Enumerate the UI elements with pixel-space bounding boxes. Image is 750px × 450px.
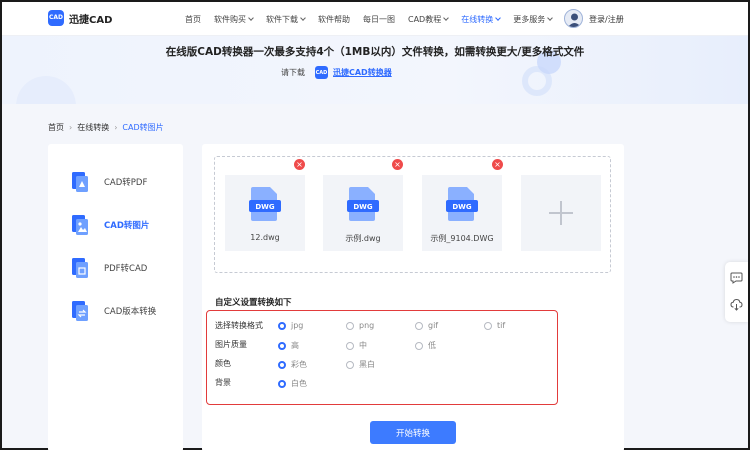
file-badge: DWG [452, 203, 472, 211]
radio-checked-icon [278, 379, 286, 388]
chat-icon[interactable] [730, 271, 743, 284]
breadcrumb-home[interactable]: 首页 [48, 122, 64, 133]
radio-unchecked-icon [415, 341, 423, 350]
remove-file-icon[interactable]: × [294, 159, 305, 170]
format-option-gif[interactable]: gif [415, 321, 438, 330]
breadcrumb-current: CAD转图片 [122, 123, 164, 132]
file-badge: DWG [255, 203, 275, 211]
radio-checked-icon [278, 341, 286, 350]
remove-file-icon[interactable]: × [392, 159, 403, 170]
sidebar-item-label: PDF转CAD [104, 264, 148, 274]
quality-option-medium[interactable]: 中 [346, 340, 367, 351]
promo-banner: 在线版CAD转换器一次最多支持4个（1MB以内）文件转换，如需转换更大/更多格式… [2, 36, 748, 104]
breadcrumb-online-convert[interactable]: 在线转换 [77, 122, 109, 133]
file-name: 12.dwg [250, 233, 280, 242]
sidebar-item-label: CAD转图片 [104, 221, 150, 231]
breadcrumb: 首页 › 在线转换 › CAD转图片 [48, 122, 164, 133]
dwg-file-icon: DWG [249, 187, 281, 221]
cad-version-icon [72, 301, 88, 321]
breadcrumb-separator-icon: › [69, 123, 73, 132]
background-option-white[interactable]: 白色 [278, 378, 307, 389]
sidebar-item-cad-version-convert[interactable]: CAD版本转换 [48, 293, 183, 329]
format-label: 选择转换格式 [215, 320, 263, 330]
radio-checked-icon [278, 321, 286, 330]
color-label: 颜色 [215, 358, 231, 368]
avatar[interactable] [564, 9, 583, 28]
nav-help[interactable]: 软件帮助 [318, 2, 350, 36]
nav-more-services[interactable]: 更多服务 [513, 2, 554, 36]
logo-badge: CAD [48, 10, 64, 26]
radio-unchecked-icon [415, 321, 423, 330]
chevron-down-icon [443, 15, 450, 21]
pdf-to-cad-icon [72, 258, 88, 278]
banner-decoration [16, 76, 76, 104]
cloud-download-icon[interactable] [730, 298, 743, 311]
download-prefix: 请下载 [281, 68, 305, 77]
chevron-down-icon [248, 15, 254, 21]
dwg-file-icon: DWG [446, 187, 478, 221]
color-option-color[interactable]: 彩色 [278, 359, 307, 370]
user-avatar-icon [568, 13, 581, 27]
dwg-file-icon: DWG [347, 187, 379, 221]
file-card[interactable]: DWG 示例.dwg [323, 175, 403, 251]
nav-home[interactable]: 首页 [185, 2, 201, 36]
site-logo[interactable]: CAD 迅捷CAD [48, 10, 112, 26]
radio-unchecked-icon [346, 360, 354, 369]
start-convert-button[interactable]: 开始转换 [370, 421, 456, 444]
color-option-bw[interactable]: 黑白 [346, 359, 375, 370]
file-dropzone[interactable]: DWG 12.dwg × DWG 示例.dwg × DWG 示例_9104.DW… [214, 156, 611, 273]
conversion-panel: DWG 12.dwg × DWG 示例.dwg × DWG 示例_9104.DW… [202, 144, 624, 450]
quality-label: 图片质量 [215, 339, 247, 349]
conversion-sidebar: CAD转PDF CAD转图片 PDF转CAD CAD版本转换 [48, 144, 183, 450]
background-label: 背景 [215, 377, 231, 387]
banner-download-line: 请下载 CAD 迅捷CAD转换器 [281, 66, 392, 79]
sidebar-item-cad-to-pdf[interactable]: CAD转PDF [48, 164, 183, 200]
conversion-settings: 选择转换格式 jpg png gif tif 图片质量 高 中 低 颜色 彩色 … [206, 310, 558, 405]
radio-checked-icon [278, 360, 286, 369]
radio-unchecked-icon [346, 341, 354, 350]
format-option-tif[interactable]: tif [484, 321, 505, 330]
format-option-jpg[interactable]: jpg [278, 321, 303, 330]
download-converter-link[interactable]: 迅捷CAD转换器 [333, 67, 392, 78]
file-card[interactable]: DWG 示例_9104.DWG [422, 175, 502, 251]
cad-to-pdf-icon [72, 172, 88, 192]
format-option-png[interactable]: png [346, 321, 374, 330]
nav-cad-tutorial[interactable]: CAD教程 [408, 2, 450, 36]
radio-unchecked-icon [346, 321, 354, 330]
nav-online-convert[interactable]: 在线转换 [461, 2, 502, 36]
radio-unchecked-icon [484, 321, 492, 330]
chevron-down-icon [547, 15, 554, 21]
quality-option-low[interactable]: 低 [415, 340, 436, 351]
plus-icon [549, 201, 573, 225]
file-card[interactable]: DWG 12.dwg [225, 175, 305, 251]
sidebar-item-pdf-to-cad[interactable]: PDF转CAD [48, 250, 183, 286]
remove-file-icon[interactable]: × [492, 159, 503, 170]
floating-toolbar [725, 262, 748, 322]
file-name: 示例_9104.DWG [430, 234, 494, 243]
login-register-link[interactable]: 登录/注册 [589, 14, 624, 25]
sidebar-item-cad-to-image[interactable]: CAD转图片 [48, 207, 183, 243]
cad-to-image-icon [72, 215, 88, 235]
file-name: 示例.dwg [345, 234, 381, 243]
nav-daily-drawing[interactable]: 每日一图 [363, 2, 395, 36]
top-navigation-bar: CAD 迅捷CAD 首页 软件购买 软件下载 软件帮助 每日一图 CAD教程 在… [2, 2, 748, 36]
chevron-down-icon [300, 15, 306, 21]
logo-text: 迅捷CAD [69, 14, 113, 26]
file-badge: DWG [353, 203, 373, 211]
nav-buy[interactable]: 软件购买 [214, 2, 254, 36]
main-nav: 首页 软件购买 软件下载 软件帮助 每日一图 CAD教程 在线转换 更多服务 [185, 2, 565, 36]
banner-title: 在线版CAD转换器一次最多支持4个（1MB以内）文件转换，如需转换更大/更多格式… [165, 46, 585, 58]
quality-option-high[interactable]: 高 [278, 340, 299, 351]
sidebar-item-label: CAD版本转换 [104, 307, 157, 317]
settings-title: 自定义设置转换如下 [215, 298, 292, 308]
converter-logo-icon: CAD [315, 66, 328, 79]
sidebar-item-label: CAD转PDF [104, 178, 148, 188]
breadcrumb-separator-icon: › [114, 123, 118, 132]
add-file-button[interactable] [521, 175, 601, 251]
chevron-down-icon [495, 15, 502, 21]
nav-download[interactable]: 软件下载 [266, 2, 306, 36]
